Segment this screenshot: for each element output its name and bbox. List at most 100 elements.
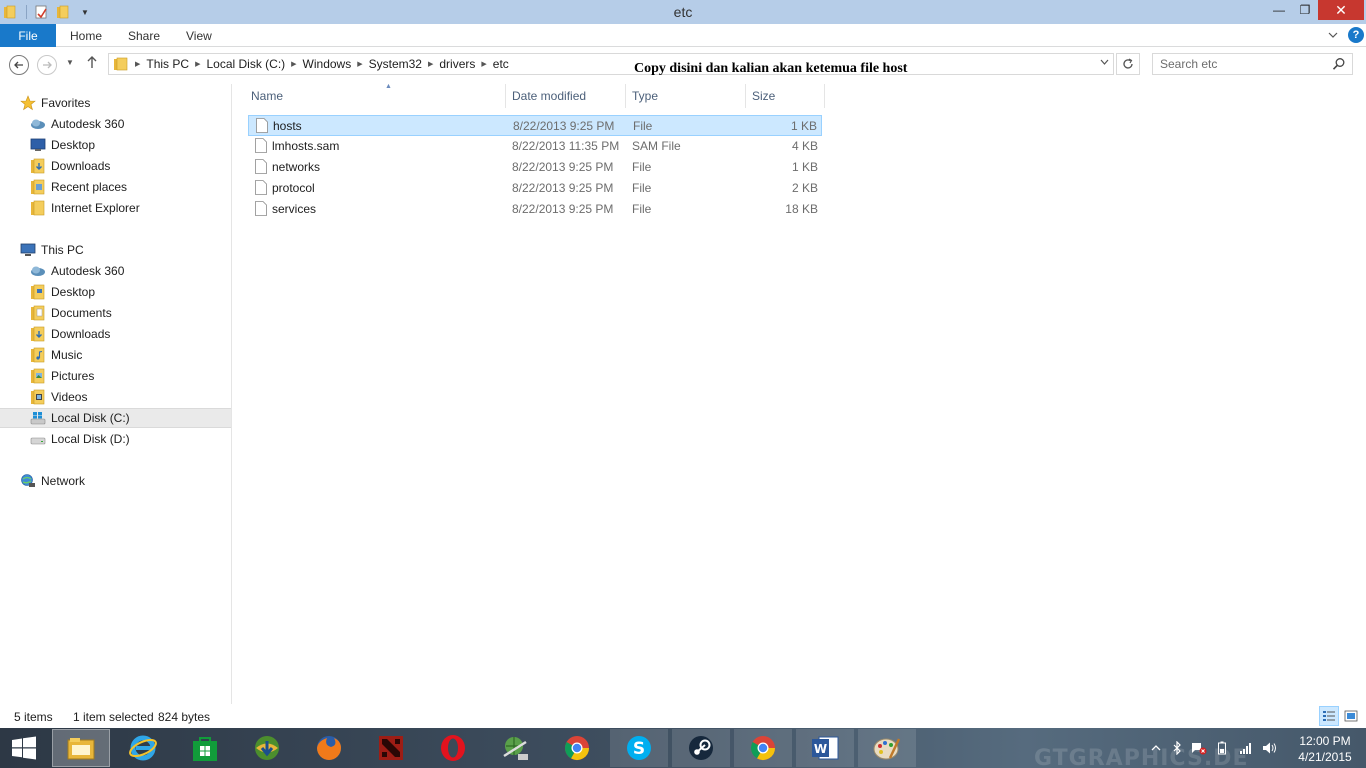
column-header-label: Name [251,89,284,103]
taskbar-skype[interactable]: S [610,729,668,767]
taskbar-network-monitor[interactable] [486,729,544,767]
breadcrumb-etc[interactable]: etc [493,57,509,71]
large-icons-view-button[interactable] [1341,706,1361,726]
maximize-button[interactable]: ❐ [1292,0,1318,20]
breadcrumb-this-pc[interactable]: This PC [146,57,189,71]
sidebar-item-downloads-pc[interactable]: Downloads [0,324,231,344]
taskbar-store[interactable] [176,729,234,767]
taskbar-opera[interactable] [424,729,482,767]
volume-icon[interactable] [1262,740,1278,756]
file-size: 18 KB [785,202,818,216]
taskbar-paint[interactable] [858,729,916,767]
column-header-type[interactable]: Type [626,84,746,108]
battery-icon[interactable] [1214,740,1230,756]
table-row[interactable]: services 8/22/2013 9:25 PM File 18 KB [248,199,822,220]
search-input[interactable] [1160,54,1330,74]
system-clock[interactable]: 12:00 PM 4/21/2015 [1290,733,1360,765]
breadcrumb-windows[interactable]: Windows [303,57,352,71]
status-bar: 5 items 1 item selected 824 bytes [0,706,1366,728]
sidebar-item-documents[interactable]: Documents [0,303,231,323]
sidebar-item-autodesk-360[interactable]: Autodesk 360 [0,114,231,134]
up-button[interactable] [86,55,98,73]
details-view-button[interactable] [1319,706,1339,726]
table-row[interactable]: lmhosts.sam 8/22/2013 11:35 PM SAM File … [248,136,822,157]
title-bar[interactable]: ▼ etc — ❐ ✕ [0,0,1366,24]
file-icon [255,159,267,174]
tab-view[interactable]: View [186,24,212,47]
sidebar-item-label: Local Disk (D:) [51,432,130,446]
tab-share[interactable]: Share [128,24,160,47]
file-date-modified: 8/22/2013 9:25 PM [512,160,614,174]
breadcrumb-separator-icon[interactable]: ▶ [428,60,433,68]
tab-home[interactable]: Home [70,24,102,47]
address-bar[interactable]: ▶ This PC ▶ Local Disk (C:) ▶ Windows ▶ … [108,53,1114,75]
tab-file[interactable]: File [0,24,56,47]
taskbar-firefox[interactable] [300,729,358,767]
star-icon [20,95,36,111]
breadcrumb-drivers[interactable]: drivers [439,57,475,71]
file-date-modified: 8/22/2013 9:25 PM [512,181,614,195]
taskbar-chrome[interactable] [548,729,606,767]
breadcrumb-separator-icon[interactable]: ▶ [481,60,486,68]
sidebar-item-desktop-pc[interactable]: Desktop [0,282,231,302]
sidebar-item-downloads[interactable]: Downloads [0,156,231,176]
taskbar-steam[interactable] [672,729,730,767]
sidebar-item-label: Internet Explorer [51,201,140,215]
breadcrumb-separator-icon[interactable]: ▶ [135,60,140,68]
sidebar-item-videos[interactable]: Videos [0,387,231,407]
column-header-name[interactable]: Name ▲ [245,83,506,108]
column-header-size[interactable]: Size [746,84,825,108]
file-date-modified: 8/22/2013 9:25 PM [513,119,615,133]
breadcrumb-local-disk[interactable]: Local Disk (C:) [206,57,285,71]
forward-button[interactable] [37,55,57,75]
show-hidden-icons-button[interactable] [1148,740,1164,756]
taskbar-chrome-window[interactable] [734,729,792,767]
taskbar-internet-download-manager[interactable] [238,729,296,767]
table-row[interactable]: networks 8/22/2013 9:25 PM File 1 KB [248,157,822,178]
file-icon [255,180,267,195]
start-button[interactable] [8,734,40,762]
expand-ribbon-icon[interactable] [1326,28,1340,42]
taskbar-word[interactable]: W [796,729,854,767]
customize-toolbar-icon[interactable]: ▼ [77,4,93,20]
minimize-button[interactable]: — [1266,0,1292,20]
help-icon[interactable]: ? [1348,27,1364,43]
taskbar-file-explorer[interactable] [52,729,110,767]
refresh-icon [1123,58,1133,69]
breadcrumb-separator-icon[interactable]: ▶ [195,60,200,68]
breadcrumb-separator-icon[interactable]: ▶ [291,60,296,68]
taskbar-dota-2[interactable] [362,729,420,767]
back-button[interactable] [9,55,29,75]
new-folder-icon[interactable] [55,4,71,20]
sidebar-item-local-disk-d[interactable]: Local Disk (D:) [0,429,231,449]
steam-icon [689,736,713,760]
table-row[interactable]: protocol 8/22/2013 9:25 PM File 2 KB [248,178,822,199]
column-header-date-modified[interactable]: Date modified [506,84,626,108]
breadcrumb-separator-icon[interactable]: ▶ [357,60,362,68]
sidebar-item-local-disk-c[interactable]: Local Disk (C:) [0,408,231,428]
taskbar-internet-explorer[interactable] [114,729,172,767]
sidebar-favorites[interactable]: Favorites [0,93,231,113]
breadcrumb-system32[interactable]: System32 [369,57,422,71]
properties-icon[interactable] [33,4,49,20]
sidebar-item-pictures[interactable]: Pictures [0,366,231,386]
sidebar-item-desktop[interactable]: Desktop [0,135,231,155]
close-button[interactable]: ✕ [1318,0,1364,20]
recent-locations-button[interactable]: ▼ [66,58,74,67]
table-row[interactable]: hosts 8/22/2013 9:25 PM File 1 KB [248,115,822,136]
sidebar-network[interactable]: Network [0,471,231,491]
search-box[interactable] [1152,53,1353,75]
file-size: 1 KB [791,160,818,174]
sidebar-item-music[interactable]: Music [0,345,231,365]
chrome-icon [564,736,589,761]
wifi-signal-icon[interactable] [1238,740,1254,756]
sidebar-item-internet-explorer[interactable]: Internet Explorer [0,198,231,218]
sidebar-item-autodesk-360-pc[interactable]: Autodesk 360 [0,261,231,281]
search-icon[interactable] [1332,57,1346,74]
refresh-button[interactable] [1116,53,1140,75]
sidebar-item-recent-places[interactable]: Recent places [0,177,231,197]
sidebar-this-pc[interactable]: This PC [0,240,231,260]
address-history-dropdown-icon[interactable] [1100,57,1109,67]
bluetooth-icon[interactable] [1169,740,1185,756]
action-center-icon[interactable] [1191,740,1207,756]
